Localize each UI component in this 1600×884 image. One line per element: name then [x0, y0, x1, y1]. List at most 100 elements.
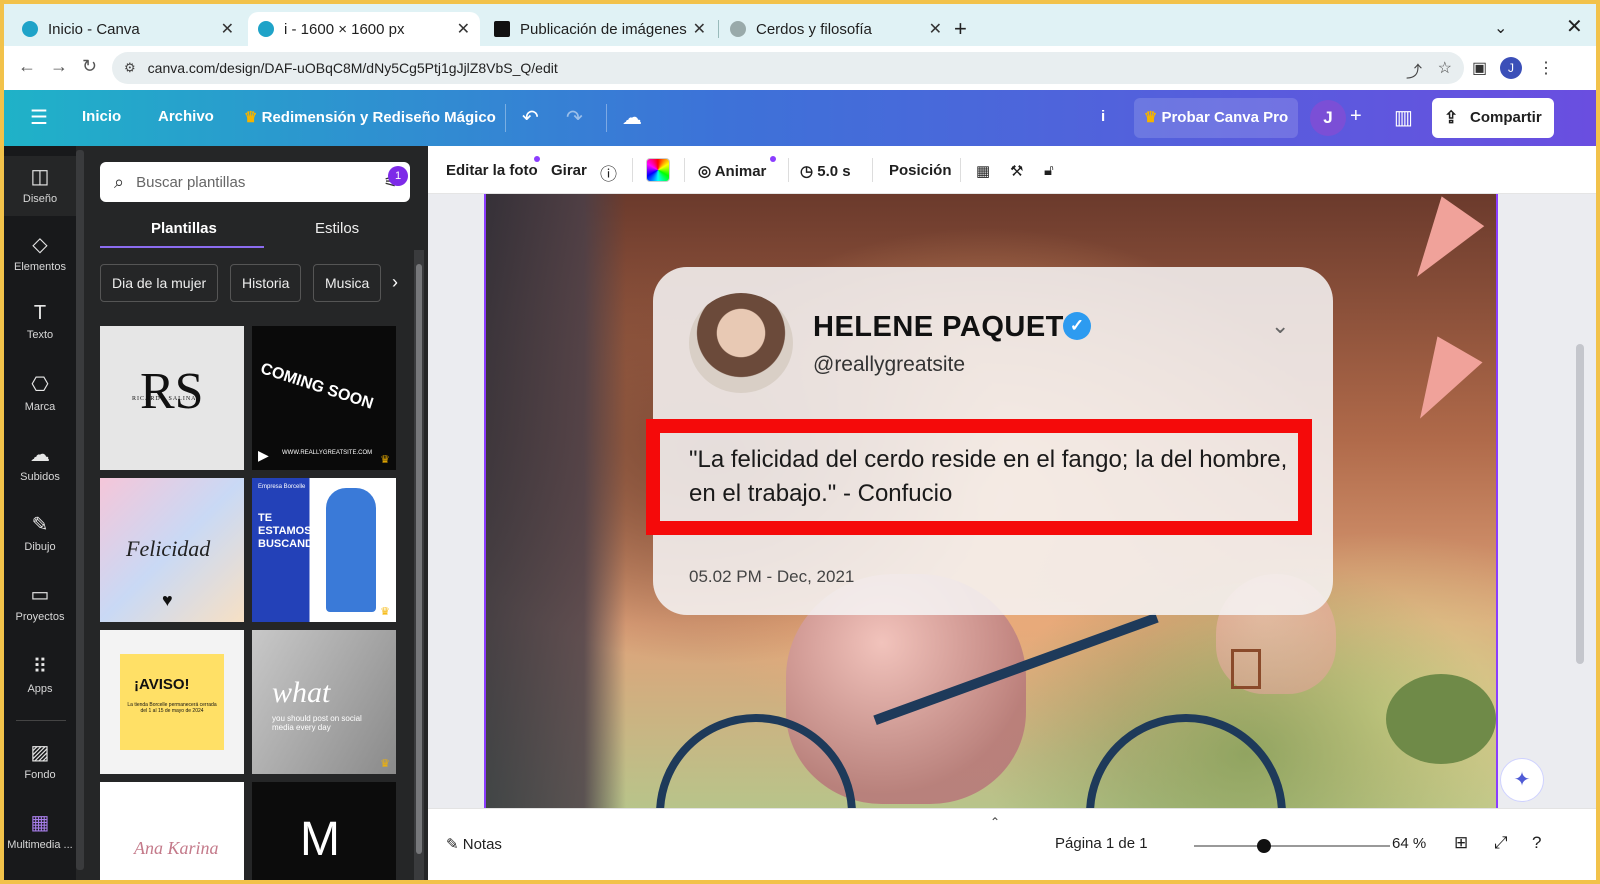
- rail-item-multimedia[interactable]: ▦ Multimedia ...: [4, 810, 76, 851]
- close-tab-icon[interactable]: ✕: [457, 19, 470, 39]
- undo-icon[interactable]: ↶: [522, 105, 539, 130]
- tab-plantillas[interactable]: Plantillas: [151, 220, 217, 237]
- template-thumb-m[interactable]: M: [252, 782, 396, 880]
- new-tab-icon[interactable]: +: [954, 16, 967, 42]
- rail-item-texto[interactable]: T Texto: [4, 302, 76, 341]
- inicio-button[interactable]: Inicio: [82, 108, 121, 125]
- add-collaborator-icon[interactable]: +: [1350, 105, 1362, 128]
- rail-item-fondo[interactable]: ▨ Fondo: [4, 740, 76, 781]
- bottom-bar: ⌃ ✎ Notas Página 1 de 1 64 % ⊞ ⤢ ?: [428, 808, 1596, 880]
- cloud-saved-icon[interactable]: ☁: [622, 105, 642, 130]
- workspace-scrollbar[interactable]: [1576, 344, 1584, 664]
- apps-icon: ⠿: [32, 656, 48, 678]
- rail-item-subidos[interactable]: ☁ Subidos: [4, 442, 76, 483]
- profile-avatar[interactable]: J: [1500, 57, 1522, 79]
- chip-historia[interactable]: Historia: [230, 264, 302, 302]
- reload-icon[interactable]: ↻: [82, 56, 97, 77]
- search-icon: ⌕: [114, 171, 125, 192]
- insights-chart-icon[interactable]: ▥: [1394, 105, 1413, 130]
- rotate-button[interactable]: Girar: [551, 162, 587, 179]
- close-tab-icon[interactable]: ✕: [929, 19, 942, 39]
- site-info-icon[interactable]: ⚙: [124, 60, 136, 76]
- position-button[interactable]: Posición: [889, 162, 952, 179]
- quote-text[interactable]: "La felicidad del cerdo reside en el fan…: [689, 443, 1289, 511]
- magic-assistant-icon[interactable]: ✦: [1500, 758, 1544, 802]
- template-thumb-rs[interactable]: RS RICARDO SALINAS: [100, 326, 244, 470]
- balloon-basket-art: [1231, 649, 1261, 689]
- browser-tab-design[interactable]: i - 1600 × 1600 px ✕: [248, 12, 480, 46]
- rail-item-marca[interactable]: ⎔ Marca: [4, 372, 76, 413]
- kite-art: [1395, 196, 1485, 292]
- profile-photo: [689, 293, 793, 393]
- chevron-down-icon[interactable]: ⌄: [1494, 18, 1507, 38]
- rail-item-proyectos[interactable]: ▭ Proyectos: [4, 582, 76, 623]
- rail-item-dibujo[interactable]: ✎ Dibujo: [4, 512, 76, 553]
- panel-scrollbar-thumb[interactable]: [416, 264, 422, 854]
- notes-button[interactable]: ✎ Notas: [446, 835, 502, 853]
- card-handle[interactable]: @reallygreatsite: [813, 353, 965, 377]
- help-icon[interactable]: ?: [1532, 833, 1541, 853]
- heart-icon: ♥: [162, 590, 173, 610]
- edit-photo-button[interactable]: Editar la foto: [446, 162, 538, 179]
- notion-favicon-icon: [494, 21, 510, 37]
- browser-menu-icon[interactable]: ⋮: [1538, 58, 1554, 78]
- transparency-icon[interactable]: ▦: [976, 162, 990, 180]
- magic-resize-button[interactable]: ♛ Redimensión y Rediseño Mágico: [244, 108, 496, 126]
- try-pro-button[interactable]: ♛ Probar Canva Pro: [1134, 98, 1298, 138]
- url-text: canva.com/design/DAF-uOBqC8M/dNy5Cg5Ptj1…: [147, 60, 558, 76]
- info-icon[interactable]: ⓘ: [600, 160, 617, 185]
- duration-button[interactable]: ◷ 5.0 s: [800, 162, 851, 180]
- archivo-button[interactable]: Archivo: [158, 108, 214, 125]
- redo-icon[interactable]: ↷: [566, 105, 583, 130]
- chip-dia-de-la-mujer[interactable]: Dia de la mujer: [100, 264, 219, 302]
- card-date[interactable]: 05.02 PM - Dec, 2021: [689, 567, 854, 587]
- zoom-slider[interactable]: [1194, 845, 1390, 847]
- template-thumb-what[interactable]: what you should post on social media eve…: [252, 630, 396, 774]
- tab-estilos[interactable]: Estilos: [315, 220, 359, 237]
- page-indicator[interactable]: Página 1 de 1: [1055, 835, 1148, 852]
- rail-item-elementos[interactable]: ◇ Elementos: [4, 232, 76, 273]
- forward-arrow-icon[interactable]: →: [50, 56, 68, 77]
- panel-scrollbar-left[interactable]: [76, 150, 84, 870]
- crown-icon: ♛: [380, 758, 390, 770]
- paint-format-icon[interactable]: ⚒: [1010, 162, 1023, 180]
- chevron-up-icon[interactable]: ⌃: [990, 815, 1000, 829]
- template-thumb-aviso[interactable]: ¡AVISO! La tienda Borcelle permanecerá c…: [100, 630, 244, 774]
- template-thumb-felicidad[interactable]: Felicidad ♥: [100, 478, 244, 622]
- close-tab-icon[interactable]: ✕: [693, 19, 706, 39]
- zoom-slider-handle[interactable]: [1257, 839, 1271, 853]
- window-close-icon[interactable]: ✕: [1566, 14, 1583, 39]
- share-button[interactable]: ⇪ Compartir: [1432, 98, 1554, 138]
- user-avatar[interactable]: J: [1310, 100, 1346, 136]
- browser-tab-notion[interactable]: Publicación de imágenes ✕: [484, 12, 716, 46]
- design-title[interactable]: i: [1101, 108, 1105, 125]
- grid-view-icon[interactable]: ⊞: [1454, 833, 1468, 853]
- tab-strip: Inicio - Canva ✕ i - 1600 × 1600 px ✕ Pu…: [4, 4, 1596, 46]
- card-name[interactable]: HELENE PAQUET: [813, 311, 1064, 344]
- tweet-card[interactable]: HELENE PAQUET ✓ @reallygreatsite ⌄ "La f…: [646, 267, 1333, 615]
- side-panel-icon[interactable]: ▣: [1472, 58, 1487, 78]
- rail-item-apps[interactable]: ⠿ Apps: [4, 654, 76, 695]
- chip-musica[interactable]: Musica: [313, 264, 382, 302]
- hamburger-icon[interactable]: ☰: [30, 105, 48, 130]
- animate-button[interactable]: ◎ Animar: [698, 162, 766, 180]
- rail-item-diseno[interactable]: ◫ Diseño: [4, 156, 76, 216]
- template-thumb-ana-karina[interactable]: Ana Karina: [100, 782, 244, 880]
- color-picker-icon[interactable]: [646, 158, 670, 182]
- browser-tab-chatgpt[interactable]: Cerdos y filosofía ✕: [720, 12, 952, 46]
- template-thumb-te-estamos-buscando[interactable]: Empresa Borcelle TE ESTAMOS BUSCANDO ♛: [252, 478, 396, 622]
- search-input[interactable]: ⌕ Buscar plantillas ⚟: [100, 162, 410, 202]
- lock-icon[interactable]: 🔓︎: [1044, 162, 1054, 179]
- browser-tab-inicio[interactable]: Inicio - Canva ✕: [12, 12, 244, 46]
- fullscreen-icon[interactable]: ⤢: [1494, 833, 1508, 853]
- share-page-icon[interactable]: ⤴: [1406, 58, 1422, 82]
- template-thumb-coming-soon[interactable]: COMING SOON WWW.REALLYGREATSITE.COM ▶ ♛: [252, 326, 396, 470]
- close-tab-icon[interactable]: ✕: [221, 19, 234, 39]
- design-canvas[interactable]: HELENE PAQUET ✓ @reallygreatsite ⌄ "La f…: [484, 194, 1498, 808]
- zoom-level[interactable]: 64 %: [1392, 835, 1426, 852]
- bookmark-star-icon[interactable]: ☆: [1438, 58, 1452, 78]
- notes-icon: ✎: [446, 836, 463, 853]
- back-arrow-icon[interactable]: ←: [18, 56, 36, 77]
- address-bar[interactable]: ⚙ canva.com/design/DAF-uOBqC8M/dNy5Cg5Pt…: [112, 52, 1464, 84]
- chevron-right-icon[interactable]: ›: [392, 272, 398, 293]
